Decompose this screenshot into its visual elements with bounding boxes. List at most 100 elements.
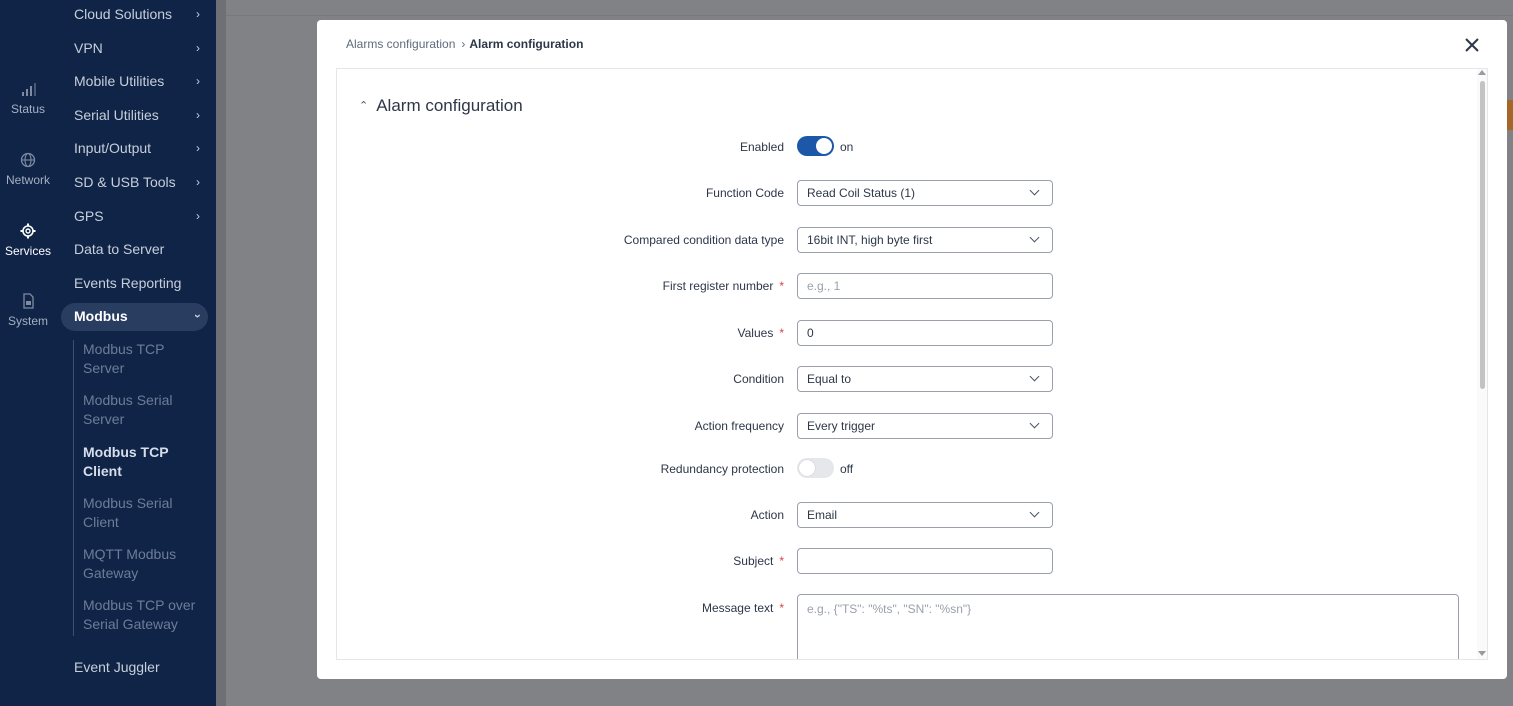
menu-item-gps[interactable]: GPS › (74, 208, 206, 224)
first-register-label-text: First register number (662, 279, 774, 293)
section-title: Alarm configuration (376, 96, 523, 115)
chevron-right-icon: › (196, 74, 200, 88)
action-frequency-select[interactable]: Every trigger (797, 413, 1053, 439)
menu-item-vpn[interactable]: VPN › (74, 40, 206, 56)
rail-item-services[interactable]: Services (0, 222, 56, 258)
menu-label: VPN (74, 40, 103, 56)
chevron-right-icon: › (196, 41, 200, 55)
submenu-item-mqtt-modbus-gateway[interactable]: MQTT Modbus Gateway (83, 545, 203, 583)
chevron-right-icon: › (196, 108, 200, 122)
enabled-label: Enabled (739, 140, 784, 154)
menu-item-data-to-server[interactable]: Data to Server (74, 241, 206, 257)
breadcrumb-parent[interactable]: Alarms configuration (346, 37, 455, 51)
close-icon[interactable] (1462, 35, 1482, 55)
values-label: Values * (738, 326, 784, 340)
menu-item-modbus[interactable]: Modbus › (74, 308, 206, 324)
chevron-down-icon (1029, 418, 1040, 429)
chevron-down-icon (1029, 232, 1040, 243)
globe-icon (20, 152, 36, 168)
menu-item-serial-utilities[interactable]: Serial Utilities › (74, 107, 206, 123)
gear-icon (20, 223, 36, 239)
values-input[interactable]: 0 (797, 320, 1053, 346)
rail-label: Status (10, 102, 46, 116)
submenu-item-modbus-tcp-client[interactable]: Modbus TCP Client (83, 443, 203, 481)
submenu-item-modbus-tcp-server[interactable]: Modbus TCP Server (83, 340, 203, 378)
icon-rail: Status Network Services System (0, 0, 56, 706)
chevron-right-icon: › (461, 37, 466, 51)
menu-label: SD & USB Tools (74, 174, 176, 190)
enabled-toggle[interactable] (797, 136, 834, 156)
rail-label: System (7, 314, 48, 328)
rail-item-system[interactable]: System (0, 292, 56, 328)
message-label: Message text * (702, 601, 784, 615)
menu-label: Events Reporting (74, 275, 182, 291)
alarm-config-modal: Alarms configuration › Alarm configuration… (317, 20, 1507, 679)
menu-label: Cloud Solutions (74, 6, 173, 22)
select-value: Every trigger (807, 419, 876, 433)
menu-label: Input/Output (74, 140, 152, 156)
select-value: 16bit INT, high byte first (807, 233, 933, 247)
subject-label-text: Subject (733, 554, 774, 568)
menu-item-sd-usb-tools[interactable]: SD & USB Tools › (74, 174, 206, 190)
function-code-select[interactable]: Read Coil Status (1) (797, 180, 1053, 206)
breadcrumb: Alarms configuration › Alarm configuration (346, 37, 583, 51)
chevron-down-icon (1029, 371, 1040, 382)
menu-label: Modbus (74, 308, 128, 324)
required-marker: * (779, 279, 784, 293)
chevron-right-icon: › (196, 209, 200, 223)
signal-icon (22, 83, 36, 96)
chevron-down-icon: › (191, 314, 205, 318)
action-label: Action (750, 508, 784, 522)
subject-input[interactable] (797, 548, 1053, 574)
required-marker: * (779, 326, 784, 340)
submenu-item-modbus-serial-server[interactable]: Modbus Serial Server (83, 391, 203, 429)
values-label-text: Values (737, 326, 774, 340)
subject-label: Subject * (733, 554, 784, 568)
chevron-right-icon: › (196, 141, 200, 155)
action-select[interactable]: Email (797, 502, 1053, 528)
chevron-down-icon (1029, 507, 1040, 518)
redundancy-label: Redundancy protection (660, 462, 784, 476)
menu-item-cloud-solutions[interactable]: Cloud Solutions › (74, 6, 206, 22)
section-header[interactable]: ⌃ Alarm configuration (359, 96, 523, 116)
submenu-line (73, 340, 74, 636)
chevron-down-icon (1029, 185, 1040, 196)
menu-label: Mobile Utilities (74, 73, 165, 89)
scroll-up-icon[interactable] (1478, 70, 1486, 75)
page-divider (226, 15, 1513, 16)
toggle-knob (799, 460, 815, 476)
redundancy-toggle[interactable] (797, 458, 834, 478)
message-textarea[interactable]: e.g., {"TS": "%ts", "SN": "%sn"} (797, 594, 1459, 659)
menu-item-input-output[interactable]: Input/Output › (74, 140, 206, 156)
chevron-up-icon: ⌃ (359, 100, 369, 112)
select-value: Email (807, 508, 838, 522)
menu-label: Serial Utilities (74, 107, 159, 123)
first-register-input[interactable]: e.g., 1 (797, 273, 1053, 299)
menu-item-events-reporting[interactable]: Events Reporting (74, 275, 206, 291)
submenu-item-modbus-tcp-over-serial[interactable]: Modbus TCP over Serial Gateway (83, 596, 203, 634)
rail-item-status[interactable]: Status (0, 80, 56, 116)
menu-item-event-juggler[interactable]: Event Juggler (74, 659, 206, 675)
select-value: Read Coil Status (1) (807, 186, 916, 200)
condition-select[interactable]: Equal to (797, 366, 1053, 392)
rail-item-network[interactable]: Network (0, 151, 56, 187)
scroll-down-icon[interactable] (1478, 651, 1486, 656)
services-menu: Cloud Solutions › VPN › Mobile Utilities › … (56, 0, 216, 706)
menu-item-mobile-utilities[interactable]: Mobile Utilities › (74, 73, 206, 89)
breadcrumb-current: Alarm configuration (469, 37, 584, 51)
redundancy-state: off (840, 462, 854, 476)
modal-content: ⌃ Alarm configuration Enabled on Function… (336, 68, 1488, 660)
data-type-select[interactable]: 16bit INT, high byte first (797, 227, 1053, 253)
rail-label: Network (5, 173, 50, 187)
menu-label: Event Juggler (74, 659, 160, 675)
submenu-item-modbus-serial-client[interactable]: Modbus Serial Client (83, 494, 203, 532)
scrollbar-thumb[interactable] (1480, 81, 1485, 389)
enabled-state: on (840, 140, 854, 154)
menu-label: Data to Server (74, 241, 165, 257)
action-frequency-label: Action frequency (694, 419, 784, 433)
chevron-right-icon: › (196, 175, 200, 189)
function-code-label: Function Code (705, 186, 784, 200)
condition-label: Condition (733, 372, 784, 386)
sd-card-icon (23, 293, 34, 309)
required-marker: * (779, 601, 784, 615)
